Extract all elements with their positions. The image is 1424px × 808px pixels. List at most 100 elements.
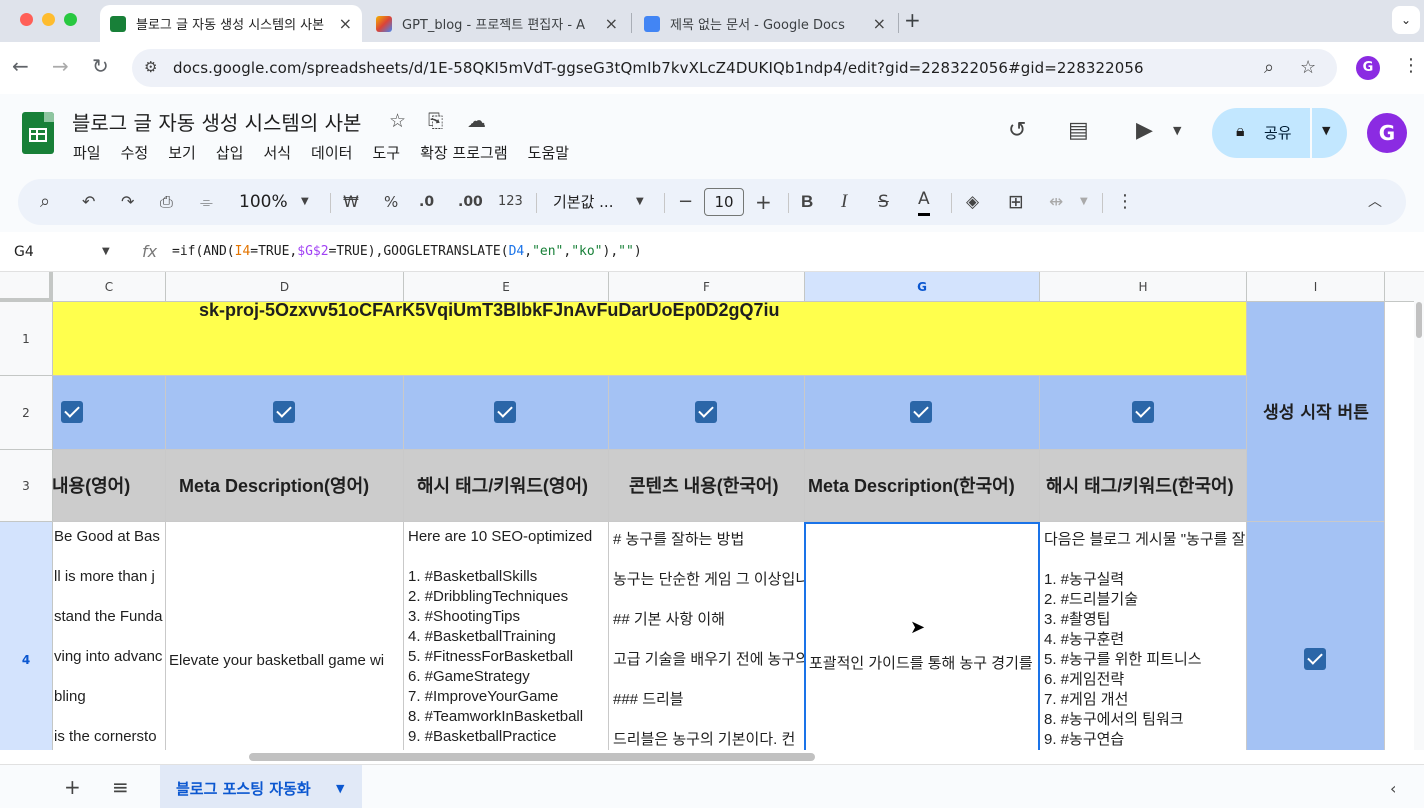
sheet-tab-chevron-down-icon[interactable]: ▼ [336,782,344,795]
borders-icon[interactable]: ⊞ [1008,179,1024,225]
increase-decimal-button[interactable]: .00 [458,179,483,225]
column-header-c[interactable]: C [53,272,166,302]
fill-color-icon[interactable]: ◈ [966,179,979,225]
back-arrow-icon[interactable]: ← [12,54,29,78]
collapse-side-panel-chevron-icon[interactable]: ‹ [1390,779,1396,798]
column-header-i[interactable]: I [1247,272,1385,302]
close-window-button[interactable] [20,13,33,26]
header-cell-d3[interactable]: Meta Description(영어) [166,450,404,522]
cloud-saved-icon[interactable]: ☁ [467,110,486,132]
browser-menu-kebab-icon[interactable]: ⋮ [1402,55,1420,76]
star-icon[interactable]: ☆ [389,110,406,132]
generate-cell-i4[interactable] [1247,522,1385,750]
row-header-2[interactable]: 2 [0,376,53,450]
new-tab-plus-icon[interactable]: + [904,8,921,32]
row2-cell-d[interactable] [166,376,404,450]
header-cell-e3[interactable]: 해시 태그/키워드(영어) [404,450,609,522]
menu-edit[interactable]: 수정 [121,142,149,163]
undo-icon[interactable]: ↶ [82,179,95,225]
percent-format-button[interactable]: % [384,179,398,225]
checkbox-i4[interactable] [1304,648,1326,670]
search-menus-icon[interactable]: ⌕ [40,179,50,225]
menu-extensions[interactable]: 확장 프로그램 [420,142,508,163]
url-omnibox[interactable]: ⚙ docs.google.com/spreadsheets/d/1E-58QK… [132,49,1337,87]
close-tab-icon[interactable]: × [339,14,352,33]
meta-description-en-cell-d4[interactable]: Elevate your basketball game wi [166,522,404,750]
checkbox-g2[interactable] [910,401,932,423]
column-header-e[interactable]: E [404,272,609,302]
share-button[interactable]: 🔒︎ 공유 ▼ [1212,108,1347,158]
select-all-corner[interactable] [0,272,53,302]
vertical-scrollbar[interactable] [1414,272,1424,750]
formula-input[interactable]: =if(AND(I4=TRUE,$G$2=TRUE),GOOGLETRANSLA… [172,244,642,259]
redo-icon[interactable]: ↷ [121,179,134,225]
sheets-logo-icon[interactable] [22,112,54,154]
italic-button[interactable]: I [841,179,847,225]
move-folder-icon[interactable]: ⎘ [428,110,443,132]
menu-file[interactable]: 파일 [73,142,101,163]
close-tab-icon[interactable]: × [605,14,618,33]
close-tab-icon[interactable]: × [873,14,886,33]
all-sheets-menu-icon[interactable]: ≡ [112,775,129,799]
print-icon[interactable]: ⎙ [160,179,173,225]
meet-chevron-down-icon[interactable]: ▼ [1173,124,1181,137]
increase-font-size-button[interactable]: + [755,179,772,225]
maximize-window-button[interactable] [64,13,77,26]
hashtags-en-cell-e4[interactable]: Here are 10 SEO-optimized 1. #Basketball… [404,522,609,750]
collapse-toolbar-chevron-up-icon[interactable]: ︿ [1368,179,1382,225]
header-cell-g3[interactable]: Meta Description(한국어) [805,450,1040,522]
document-title[interactable]: 블로그 글 자동 생성 시스템의 사본 [72,107,361,136]
header-cell-c3[interactable]: : 내용(영어) [53,450,166,522]
text-color-button[interactable]: A [918,179,930,216]
version-history-icon[interactable]: ↺ [1008,118,1026,143]
comments-icon[interactable]: ▤ [1068,118,1089,143]
decrease-decimal-button[interactable]: .0 [419,179,434,225]
add-sheet-plus-icon[interactable]: + [64,775,81,799]
row2-cell-g[interactable] [805,376,1040,450]
content-ko-cell-f4[interactable]: # 농구를 잘하는 방법 농구는 단순한 게임 그 이상입니 ## 기본 사항 … [609,522,805,750]
font-family-select[interactable]: 기본값 ... [553,179,613,225]
more-options-kebab-icon[interactable]: ⋮ [1116,179,1134,225]
font-size-input[interactable]: 10 [704,188,744,216]
column-header-g[interactable]: G [805,272,1040,302]
tab-search-chevron-icon[interactable]: ⌄ [1392,6,1420,34]
browser-tab-docs[interactable]: 제목 없는 문서 - Google Docs × [634,5,896,42]
minimize-window-button[interactable] [42,13,55,26]
name-box-chevron-down-icon[interactable]: ▼ [102,246,110,257]
row-header-4[interactable]: 4 [0,522,53,750]
bookmark-star-icon[interactable]: ☆ [1300,57,1316,78]
menu-insert[interactable]: 삽입 [216,142,244,163]
checkbox-c2[interactable] [61,401,83,423]
header-cell-h3[interactable]: 해시 태그/키워드(한국어) [1040,450,1247,522]
menu-data[interactable]: 데이터 [311,142,352,163]
row-header-3[interactable]: 3 [0,450,53,522]
column-header-h[interactable]: H [1040,272,1247,302]
checkbox-h2[interactable] [1132,401,1154,423]
paint-format-icon[interactable]: ⌯ [200,179,213,225]
font-chevron-down-icon[interactable]: ▼ [636,179,644,225]
horizontal-scrollbar[interactable] [53,750,1424,764]
name-box[interactable]: G4 [14,244,34,260]
menu-view[interactable]: 보기 [168,142,196,163]
zoom-magnifier-icon[interactable]: ⌕ [1264,57,1274,78]
checkbox-f2[interactable] [695,401,717,423]
row-header-1[interactable]: 1 [0,302,53,376]
account-avatar[interactable]: G [1367,113,1407,153]
browser-tab-sheets[interactable]: 블로그 글 자동 생성 시스템의 사본 × [100,5,362,42]
decrease-font-size-button[interactable]: − [678,179,693,225]
header-cell-f3[interactable]: 콘텐츠 내용(한국어) [609,450,805,522]
checkbox-e2[interactable] [494,401,516,423]
hashtags-ko-cell-h4[interactable]: 다음은 블로그 게시물 "농구를 잘 1. #농구실력 2. #드리블기술 3.… [1040,522,1247,750]
column-header-f[interactable]: F [609,272,805,302]
share-chevron-down-icon[interactable]: ▼ [1322,124,1330,137]
zoom-select[interactable]: 100% [239,179,288,225]
browser-profile-avatar[interactable]: G [1356,56,1380,80]
menu-help[interactable]: 도움말 [528,142,569,163]
column-header-d[interactable]: D [166,272,404,302]
bold-button[interactable]: B [801,179,813,225]
reload-icon[interactable]: ↻ [92,54,109,78]
meet-video-icon[interactable]: ▶ [1136,118,1153,143]
browser-tab-gpt-blog[interactable]: GPT_blog - 프로젝트 편집자 - A × [366,5,628,42]
number-format-button[interactable]: 123 [498,179,523,225]
site-info-icon[interactable]: ⚙ [144,58,157,76]
